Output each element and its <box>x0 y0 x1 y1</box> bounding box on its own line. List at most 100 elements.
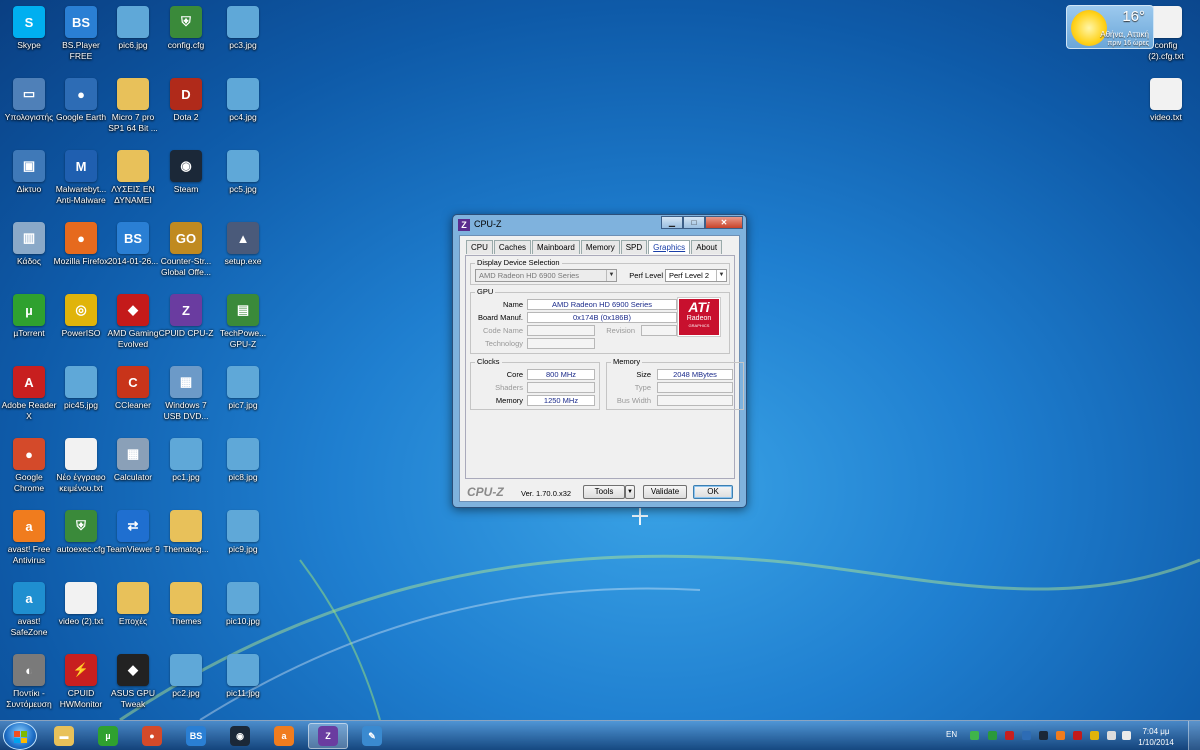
desktop-icon[interactable]: pc1.jpg <box>157 432 215 483</box>
desktop-icon[interactable]: ΛΥΣΕΙΣ ΕΝ ΔΥΝΑΜΕΙ <box>104 144 162 206</box>
taskbar-bsplayer-button[interactable]: BS <box>176 723 216 749</box>
desktop-icon[interactable]: a avast! SafeZone <box>0 576 58 638</box>
perf-level-select[interactable]: Perf Level 2 ▼ <box>665 269 727 282</box>
desktop-icon[interactable]: pic9.jpg <box>214 504 272 555</box>
desktop-icon[interactable]: ▲ setup.exe <box>214 216 272 267</box>
tab-graphics[interactable]: Graphics <box>648 240 691 254</box>
group-title: Display Device Selection <box>475 258 562 267</box>
desktop-icon[interactable]: ◐ Ποντίκι - Συντόμευση <box>0 648 58 710</box>
desktop-icon[interactable]: S Skype <box>0 0 58 51</box>
device-select[interactable]: AMD Radeon HD 6900 Series ▼ <box>475 269 617 282</box>
language-indicator[interactable]: EN <box>946 730 957 739</box>
minimize-button[interactable]: ▁ <box>661 216 683 229</box>
desktop-icon[interactable]: ◎ PowerISO <box>52 288 110 339</box>
tab-caches[interactable]: Caches <box>493 240 532 254</box>
desktop-icon[interactable]: ⛨ config.cfg <box>157 0 215 51</box>
desktop-icon[interactable]: Micro 7 pro SP1 64 Bit ... <box>104 72 162 134</box>
desktop-icon[interactable]: Εποχές <box>104 576 162 627</box>
desktop-icon[interactable]: C CCleaner <box>104 360 162 411</box>
clock-time: 7:04 μμ <box>1142 727 1170 736</box>
system-clock[interactable]: 7:04 μμ 1/10/2014 <box>1136 726 1176 748</box>
desktop-icon[interactable]: ◉ Steam <box>157 144 215 195</box>
desktop-icon[interactable]: pc5.jpg <box>214 144 272 195</box>
tab-memory[interactable]: Memory <box>580 240 620 254</box>
taskbar-chrome-button[interactable]: ● <box>132 723 172 749</box>
desktop-icon[interactable]: GO Counter-Str... Global Offe... <box>157 216 215 278</box>
group-title: Clocks <box>475 357 502 366</box>
desktop-icon[interactable]: pc4.jpg <box>214 72 272 123</box>
start-button[interactable] <box>3 722 37 750</box>
desktop-icon[interactable]: video (2).txt <box>52 576 110 627</box>
desktop-icon[interactable]: ⚡ CPUID HWMonitor <box>52 648 110 710</box>
desktop-icon[interactable]: µ µTorrent <box>0 288 58 339</box>
title-bar[interactable]: Z CPU-Z ▁ □ ✕ <box>453 215 746 235</box>
tab-about[interactable]: About <box>691 240 723 254</box>
tray-icon-amd-icon[interactable] <box>1073 731 1082 740</box>
revision-value <box>641 325 677 336</box>
tray-icon-action-center-icon[interactable] <box>1107 731 1116 740</box>
tools-button[interactable]: Tools <box>583 485 625 499</box>
desktop-icon[interactable]: ▥ Κάδος <box>0 216 58 267</box>
desktop-icon[interactable]: ⇄ TeamViewer 9 <box>104 504 162 555</box>
desktop-icon[interactable]: pic7.jpg <box>214 360 272 411</box>
ok-button[interactable]: OK <box>693 485 733 499</box>
desktop-icon[interactable]: A Adobe Reader X <box>0 360 58 422</box>
name-value: AMD Radeon HD 6900 Series <box>527 299 677 310</box>
tray-icon-malwarebytes-icon[interactable] <box>1022 731 1031 740</box>
desktop-icon[interactable]: ▦ Calculator <box>104 432 162 483</box>
taskbar-paint-button[interactable]: ✎ <box>352 723 392 749</box>
desktop-icon[interactable]: pic10.jpg <box>214 576 272 627</box>
taskbar-utorrent-button[interactable]: µ <box>88 723 128 749</box>
weather-gadget[interactable]: 16° Αθήνα, Αττική πριν 16 ώρες <box>1066 5 1154 49</box>
desktop-icon[interactable]: ▤ TechPowe... GPU-Z <box>214 288 272 350</box>
desktop-icon[interactable]: ▭ Υπολογιστής <box>0 72 58 123</box>
desktop-icon[interactable]: ▦ Windows 7 USB DVD... <box>157 360 215 422</box>
tray-icon-utorrent-icon[interactable] <box>988 731 997 740</box>
maximize-button[interactable]: □ <box>683 216 705 229</box>
desktop-icon[interactable]: pic45.jpg <box>52 360 110 411</box>
desktop-icon[interactable]: video.txt <box>1137 72 1195 123</box>
desktop-icon[interactable]: BS BS.Player FREE <box>52 0 110 62</box>
desktop-icon[interactable]: ● Google Chrome <box>0 432 58 494</box>
tools-dropdown-button[interactable]: ▼ <box>625 485 635 499</box>
desktop-icon[interactable]: pc2.jpg <box>157 648 215 699</box>
tray-icon-avast-icon[interactable] <box>1056 731 1065 740</box>
taskbar-explorer-button[interactable]: ▬ <box>44 723 84 749</box>
tray-icon-flag-icon[interactable] <box>1090 731 1099 740</box>
desktop-icon[interactable]: pic8.jpg <box>214 432 272 483</box>
desktop-icon[interactable]: pc3.jpg <box>214 0 272 51</box>
desktop-icon[interactable]: Νέο έγγραφο κειμένου.txt <box>52 432 110 494</box>
version-text: Ver. 1.70.0.x32 <box>521 489 572 498</box>
taskbar-avast-button[interactable]: a <box>264 723 304 749</box>
tab-spd[interactable]: SPD <box>620 240 648 254</box>
volume-icon[interactable] <box>1122 731 1131 740</box>
tab-cpu[interactable]: CPU <box>466 240 493 254</box>
desktop-icon[interactable]: Themes <box>157 576 215 627</box>
taskbar-steam-button[interactable]: ◉ <box>220 723 260 749</box>
desktop-icon[interactable]: ▣ Δίκτυο <box>0 144 58 195</box>
validate-button[interactable]: Validate <box>643 485 687 499</box>
close-button[interactable]: ✕ <box>705 216 743 229</box>
cpuz-window[interactable]: Z CPU-Z ▁ □ ✕ CPU Caches Mainboard Memory SP… <box>452 214 747 508</box>
desktop-icon[interactable]: ◆ AMD Gaming Evolved <box>104 288 162 350</box>
desktop-icon[interactable]: a avast! Free Antivirus <box>0 504 58 566</box>
desktop-icon[interactable]: pic6.jpg <box>104 0 162 51</box>
show-desktop-button[interactable] <box>1188 721 1200 750</box>
desktop-icon[interactable]: M Malwarebyt... Anti-Malware <box>52 144 110 206</box>
tab-mainboard[interactable]: Mainboard <box>532 240 580 254</box>
desktop-icon[interactable]: Thematog... <box>157 504 215 555</box>
desktop-icon[interactable]: pic11.jpg <box>214 648 272 699</box>
desktop-icon[interactable]: ⛨ autoexec.cfg <box>52 504 110 555</box>
taskbar-cpuz-button[interactable]: Z <box>308 723 348 749</box>
type-value <box>657 382 733 393</box>
tray-icon-network-icon[interactable] <box>970 731 979 740</box>
desktop-icon[interactable]: ◆ ASUS GPU Tweak <box>104 648 162 710</box>
desktop-icon[interactable]: ● Google Earth <box>52 72 110 123</box>
desktop-icon[interactable]: Z CPUID CPU-Z <box>157 288 215 339</box>
tray-icon-steam-icon[interactable] <box>1039 731 1048 740</box>
desktop-icon[interactable]: BS 2014-01-26... <box>104 216 162 267</box>
desktop-icon-label: Windows 7 USB DVD... <box>163 400 209 421</box>
desktop-icon[interactable]: ● Mozilla Firefox <box>52 216 110 267</box>
tray-icon-hwmonitor-icon[interactable] <box>1005 731 1014 740</box>
desktop-icon[interactable]: D Dota 2 <box>157 72 215 123</box>
